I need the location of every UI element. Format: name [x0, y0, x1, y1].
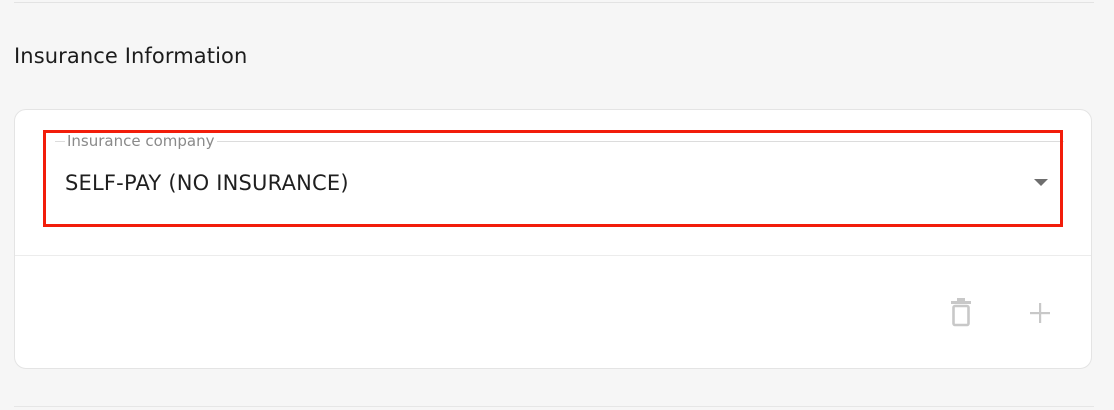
top-divider — [14, 0, 1094, 3]
insurance-card: Insurance company SELF-PAY (NO INSURANCE… — [14, 109, 1092, 369]
trash-icon — [951, 298, 971, 327]
insurance-page: Insurance Information Insurance company … — [0, 0, 1114, 410]
delete-button[interactable] — [944, 296, 978, 330]
card-actions — [891, 256, 1091, 370]
insurance-company-value: SELF-PAY (NO INSURANCE) — [65, 171, 349, 195]
insurance-company-label: Insurance company — [65, 132, 217, 150]
section-title: Insurance Information — [14, 44, 248, 68]
bottom-divider — [14, 406, 1094, 407]
insurance-company-select[interactable]: Insurance company SELF-PAY (NO INSURANCE… — [43, 131, 1076, 209]
dropdown-arrow-icon[interactable] — [1034, 179, 1048, 186]
plus-icon — [1030, 303, 1050, 323]
add-button[interactable] — [1023, 296, 1057, 330]
